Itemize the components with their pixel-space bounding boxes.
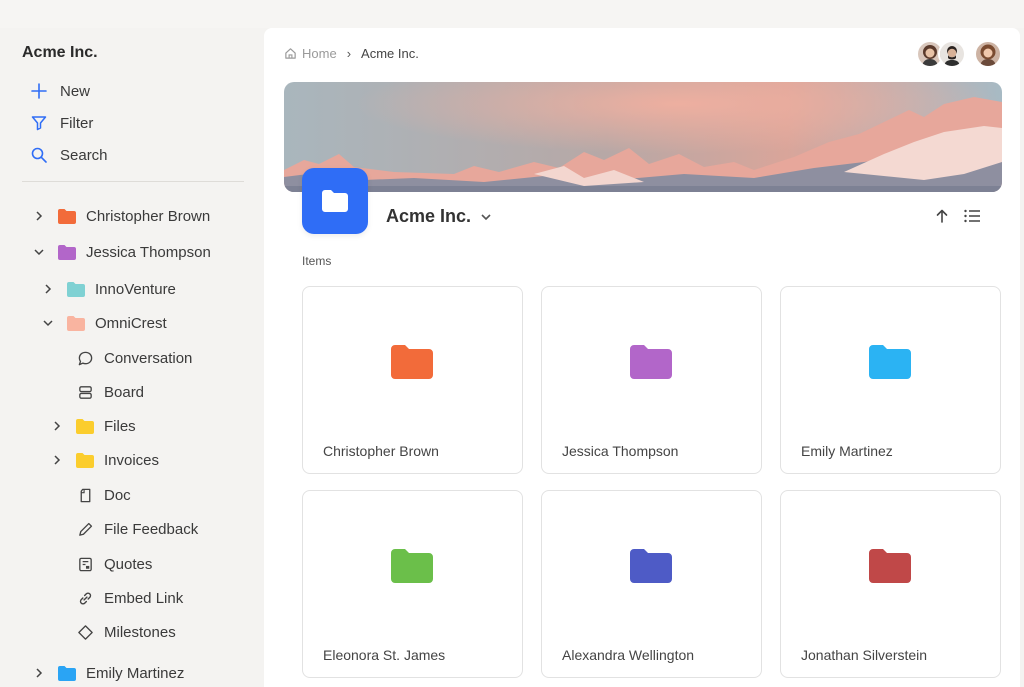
diamond-icon <box>76 623 94 641</box>
sidebar-item-omnicrest[interactable]: OmniCrest <box>41 310 167 336</box>
new-button-label: New <box>60 82 91 100</box>
sidebar-item-label: Embed Link <box>104 589 184 607</box>
list-view-icon[interactable] <box>964 209 980 223</box>
chevron-down-icon[interactable] <box>32 245 46 259</box>
folder-icon <box>391 549 433 583</box>
sidebar-item-board[interactable]: Board <box>76 379 144 405</box>
sidebar-item-label: Milestones <box>104 623 176 641</box>
breadcrumb-current: Acme Inc. <box>361 46 419 61</box>
sort-ascending-icon[interactable] <box>934 208 950 224</box>
item-card-eleonora-st-james[interactable]: Eleonora St. James <box>302 490 523 678</box>
filter-icon <box>31 116 47 131</box>
chevron-right-icon[interactable] <box>41 282 55 296</box>
window-top-strip <box>0 0 1024 28</box>
main-panel: Home › Acme Inc. Acme Inc. Items Christo… <box>264 28 1020 687</box>
folder-icon <box>322 190 348 212</box>
sidebar-item-file-feedback[interactable]: File Feedback <box>76 516 198 542</box>
chevron-down-icon[interactable] <box>41 316 55 330</box>
chevron-right-icon[interactable] <box>50 453 64 467</box>
sidebar-item-invoices[interactable]: Invoices <box>50 447 159 473</box>
workspace-title-dropdown[interactable]: Acme Inc. <box>386 206 493 227</box>
sidebar-item-label: Invoices <box>104 451 160 469</box>
item-card-emily-martinez[interactable]: Emily Martinez <box>780 286 1001 474</box>
breadcrumb-home[interactable]: Home <box>302 46 337 61</box>
folder-icon <box>869 549 911 583</box>
items-section-label: Items <box>302 254 332 268</box>
home-icon <box>285 48 296 59</box>
sidebar-item-innoventure[interactable]: InnoVenture <box>41 276 176 302</box>
sidebar-item-label: Files <box>104 417 136 435</box>
item-card-jessica-thompson[interactable]: Jessica Thompson <box>541 286 762 474</box>
filter-button[interactable]: Filter <box>30 111 93 135</box>
search-icon <box>31 147 47 163</box>
sidebar-item-label: Board <box>104 383 145 401</box>
chevron-right-icon[interactable] <box>50 419 64 433</box>
chevron-right-icon: › <box>346 46 352 61</box>
chevron-down-icon <box>481 213 491 220</box>
sidebar-workspace-title: Acme Inc. <box>22 44 98 61</box>
sidebar-item-jessica-thompson[interactable]: Jessica Thompson <box>32 239 211 265</box>
cover-banner-image <box>284 82 1002 192</box>
avatar[interactable] <box>938 40 966 68</box>
item-card-label: Jonathan Silverstein <box>801 647 928 663</box>
item-card-alexandra-wellington[interactable]: Alexandra Wellington <box>541 490 762 678</box>
sidebar-item-label: Christopher Brown <box>86 207 211 225</box>
search-button[interactable]: Search <box>30 143 108 167</box>
folder-icon <box>76 419 94 434</box>
folder-icon <box>67 316 85 331</box>
board-icon <box>76 383 94 401</box>
folder-icon <box>391 345 433 379</box>
folder-icon <box>67 282 85 297</box>
workspace-title: Acme Inc. <box>386 206 472 226</box>
sidebar-item-label: InnoVenture <box>95 280 176 298</box>
plus-icon <box>31 83 47 99</box>
folder-icon <box>58 666 76 681</box>
sidebar-item-milestones[interactable]: Milestones <box>76 619 176 645</box>
folder-icon <box>76 453 94 468</box>
sidebar-item-embed-link[interactable]: Embed Link <box>76 585 183 611</box>
link-icon <box>76 589 94 607</box>
sidebar-item-label: OmniCrest <box>95 314 167 332</box>
sidebar-item-label: File Feedback <box>104 520 199 538</box>
sidebar-item-files[interactable]: Files <box>50 413 136 439</box>
filter-button-label: Filter <box>60 114 94 132</box>
folder-icon <box>869 345 911 379</box>
sidebar-item-emily-martinez[interactable]: Emily Martinez <box>32 660 184 686</box>
item-card-christopher-brown[interactable]: Christopher Brown <box>302 286 523 474</box>
quote-sheet-icon <box>76 555 94 573</box>
chevron-right-icon[interactable] <box>32 666 46 680</box>
collaborator-avatars <box>916 40 1002 68</box>
sidebar-item-label: Jessica Thompson <box>86 243 211 261</box>
pen-icon <box>76 520 94 538</box>
item-card-label: Jessica Thompson <box>562 443 679 459</box>
chat-bubble-icon <box>76 349 94 367</box>
sidebar-item-conversation[interactable]: Conversation <box>76 345 192 371</box>
sidebar-item-label: Doc <box>104 486 131 504</box>
workspace-icon <box>302 168 368 234</box>
item-card-label: Christopher Brown <box>323 443 439 459</box>
sidebar-item-quotes[interactable]: Quotes <box>76 551 152 577</box>
sidebar-item-label: Conversation <box>104 349 193 367</box>
sidebar-divider <box>22 181 244 182</box>
sidebar-item-christopher-brown[interactable]: Christopher Brown <box>32 203 210 229</box>
sidebar-item-doc[interactable]: Doc <box>76 482 131 508</box>
avatar[interactable] <box>974 40 1002 68</box>
search-button-label: Search <box>60 146 108 164</box>
sidebar-item-label: Emily Martinez <box>86 664 185 682</box>
folder-icon <box>630 345 672 379</box>
document-icon <box>76 486 94 504</box>
chevron-right-icon[interactable] <box>32 209 46 223</box>
folder-icon <box>58 209 76 224</box>
sidebar-item-label: Quotes <box>104 555 153 573</box>
sidebar: Acme Inc. New Filter Search Christopher … <box>0 28 264 687</box>
folder-icon <box>58 245 76 260</box>
new-button[interactable]: New <box>30 79 90 103</box>
item-card-jonathan-silverstein[interactable]: Jonathan Silverstein <box>780 490 1001 678</box>
item-card-label: Alexandra Wellington <box>562 647 695 663</box>
folder-icon <box>630 549 672 583</box>
item-card-label: Emily Martinez <box>801 443 893 459</box>
item-card-label: Eleonora St. James <box>323 647 446 663</box>
breadcrumb: Home › Acme Inc. <box>284 46 419 61</box>
